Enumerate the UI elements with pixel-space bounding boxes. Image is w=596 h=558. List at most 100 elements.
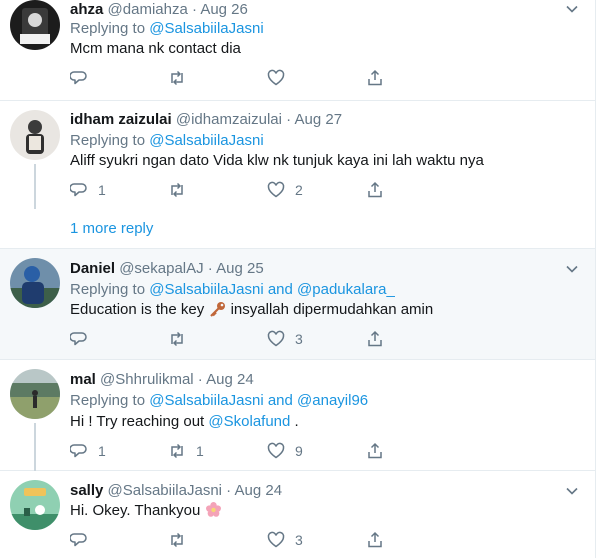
tweet-text-after: insyallah dipermudahkan amin — [230, 301, 434, 318]
retweet-icon — [171, 443, 183, 459]
mention-link[interactable]: @SalsabiilaJasni — [149, 281, 263, 298]
tweet-text: Mcm mana nk contact dia — [70, 39, 241, 59]
share-icon — [368, 181, 382, 198]
reply-icon — [70, 71, 87, 85]
mention-link[interactable]: @SalsabiilaJasni — [149, 132, 263, 149]
tweet-sally[interactable]: sally @SalsabiilaJasni · Aug 24 Hi. Okey… — [0, 471, 595, 558]
replying-prefix: Replying to — [70, 281, 150, 298]
separator: · — [226, 482, 232, 499]
reply-button[interactable] — [70, 529, 98, 551]
reply-count: 1 — [98, 182, 106, 198]
retweet-icon — [171, 532, 183, 548]
avatar[interactable] — [10, 369, 60, 419]
reply-thread: ahza @damiahza · Aug 26 Replying to @Sal… — [0, 0, 596, 558]
mention-link-skolafund[interactable]: @Skolafund — [208, 413, 290, 430]
user-handle[interactable]: @damiahza — [108, 1, 188, 18]
tweet-text-body: Education is the key — [70, 301, 205, 318]
avatar[interactable] — [10, 0, 60, 50]
retweet-icon — [171, 182, 183, 198]
display-name[interactable]: mal — [70, 371, 96, 388]
tweet-actions: 3 — [70, 529, 410, 551]
separator: · — [286, 111, 292, 128]
tweet-text: Hi ! Try reaching out @Skolafund . — [70, 412, 299, 432]
retweet-button[interactable] — [168, 529, 196, 551]
retweet-button[interactable] — [168, 67, 196, 89]
tweet-date[interactable]: Aug 24 — [206, 371, 254, 388]
tweet-mal[interactable]: mal @Shhrulikmal · Aug 24 Replying to @S… — [0, 360, 595, 471]
share-button[interactable] — [366, 179, 384, 201]
tweet-date[interactable]: Aug 24 — [235, 482, 283, 499]
separator: · — [191, 1, 197, 18]
like-button[interactable] — [267, 67, 295, 89]
thread-connector — [34, 164, 36, 209]
avatar[interactable] — [10, 258, 60, 308]
replying-to: Replying to @SalsabiilaJasni and @paduka… — [70, 280, 395, 300]
more-reply-link[interactable]: 1 more reply — [70, 219, 153, 239]
retweet-button[interactable]: 1 — [168, 440, 204, 462]
retweet-button[interactable] — [168, 328, 196, 350]
tweet-text-after: . — [290, 413, 299, 430]
tweet-header: Daniel @sekapalAJ · Aug 25 — [70, 259, 264, 279]
like-count: 3 — [295, 532, 303, 548]
retweet-button[interactable] — [168, 179, 196, 201]
reply-button[interactable]: 1 — [70, 440, 106, 462]
caret-down-icon[interactable] — [565, 484, 579, 498]
tweet-text: Hi. Okey. Thankyou — [70, 501, 222, 521]
tweet-text: Education is the key insyallah dipermuda… — [70, 300, 433, 320]
reply-button[interactable] — [70, 328, 98, 350]
replying-to: Replying to @SalsabiilaJasni — [70, 131, 264, 151]
display-name[interactable]: idham zaizulai — [70, 111, 172, 128]
reply-button[interactable] — [70, 67, 98, 89]
user-handle[interactable]: @Shhrulikmal — [100, 371, 194, 388]
share-button[interactable] — [366, 440, 384, 462]
tweet-text-body: Hi. Okey. Thankyou — [70, 502, 201, 519]
tweet-idham[interactable]: idham zaizulai @idhamzaizulai · Aug 27 R… — [0, 100, 595, 249]
tweet-date[interactable]: Aug 25 — [216, 260, 264, 277]
tweet-date[interactable]: Aug 27 — [295, 111, 343, 128]
replying-prefix: Replying to — [70, 392, 150, 409]
avatar[interactable] — [10, 480, 60, 530]
like-button[interactable]: 9 — [267, 440, 303, 462]
tweet-actions: 1 1 9 — [70, 440, 410, 462]
tweet-daniel[interactable]: Daniel @sekapalAJ · Aug 25 Replying to @… — [0, 249, 595, 360]
tweet-date[interactable]: Aug 26 — [200, 1, 248, 18]
share-icon — [368, 69, 382, 86]
reply-icon — [70, 183, 87, 197]
tweet-actions: 1 2 — [70, 179, 410, 201]
like-button[interactable]: 3 — [267, 529, 303, 551]
retweet-icon — [171, 70, 183, 86]
reply-icon — [70, 533, 87, 547]
display-name[interactable]: Daniel — [70, 260, 115, 277]
share-icon — [368, 442, 382, 459]
user-handle[interactable]: @SalsabiilaJasni — [108, 482, 222, 499]
like-button[interactable]: 2 — [267, 179, 303, 201]
share-button[interactable] — [366, 529, 384, 551]
mention-link[interactable]: @SalsabiilaJasni — [149, 392, 263, 409]
display-name[interactable]: ahza — [70, 1, 103, 18]
share-icon — [368, 330, 382, 347]
reply-button[interactable]: 1 — [70, 179, 106, 201]
user-handle[interactable]: @idhamzaizulai — [176, 111, 282, 128]
user-handle[interactable]: @sekapalAJ — [119, 260, 203, 277]
tweet-header: mal @Shhrulikmal · Aug 24 — [70, 370, 254, 390]
caret-down-icon[interactable] — [565, 262, 579, 276]
avatar[interactable] — [10, 110, 60, 160]
reply-icon — [70, 332, 87, 346]
caret-down-icon[interactable] — [565, 2, 579, 16]
mention-link[interactable]: @SalsabiilaJasni — [149, 20, 263, 37]
replying-prefix: Replying to — [70, 20, 150, 37]
replying-prefix: Replying to — [70, 132, 150, 149]
share-button[interactable] — [366, 67, 384, 89]
separator: · — [207, 260, 213, 277]
reply-count: 1 — [98, 443, 106, 459]
thread-connector — [34, 423, 36, 471]
mention-link-2[interactable]: @anayil96 — [297, 392, 368, 409]
tweet-ahza[interactable]: ahza @damiahza · Aug 26 Replying to @Sal… — [0, 0, 595, 100]
display-name[interactable]: sally — [70, 482, 103, 499]
like-icon — [267, 531, 285, 548]
share-button[interactable] — [366, 328, 384, 350]
mention-link-2[interactable]: @padukalara_ — [297, 281, 395, 298]
like-icon — [267, 69, 285, 86]
tweet-text-body: Mcm mana nk contact dia — [70, 40, 241, 57]
like-button[interactable]: 3 — [267, 328, 303, 350]
